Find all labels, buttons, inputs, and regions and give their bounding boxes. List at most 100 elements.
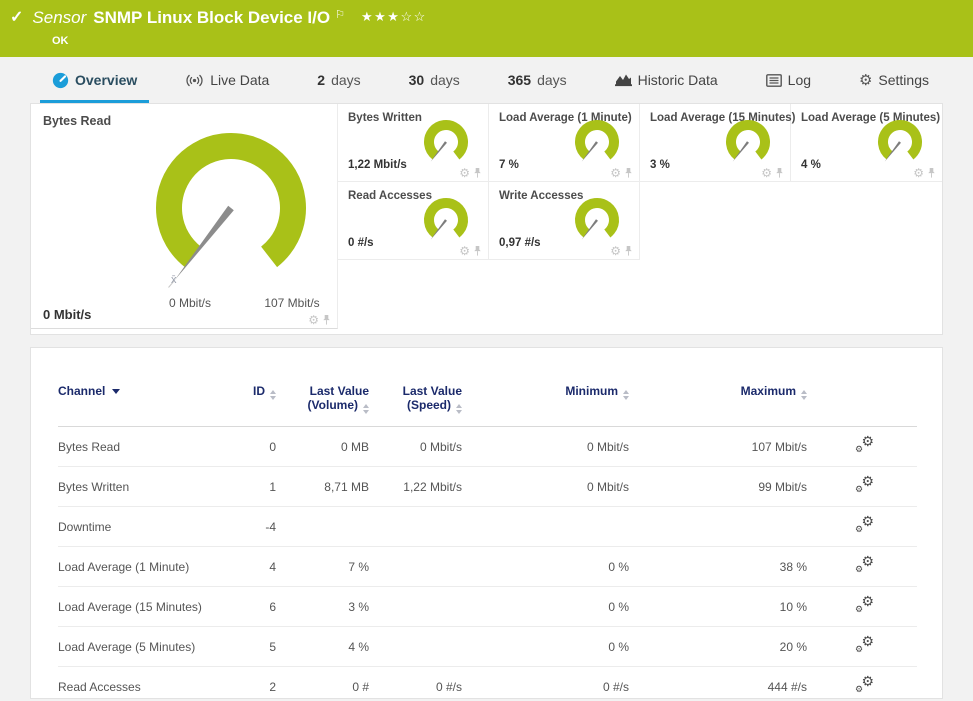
channel-name[interactable]: Bytes Read: [58, 427, 208, 467]
pin-icon[interactable]: [322, 315, 331, 325]
last-value-speed: [369, 507, 462, 547]
page-title: SNMP Linux Block Device I/O: [93, 7, 330, 29]
gear-icon[interactable]: ⚙: [610, 167, 621, 179]
channel-settings-icon[interactable]: ⚙⚙: [855, 437, 875, 453]
last-value-volume: 0 #: [276, 667, 369, 700]
channel-settings-icon[interactable]: ⚙⚙: [855, 517, 875, 533]
minimum-value: 0 #/s: [462, 667, 629, 700]
table-row[interactable]: Bytes Read 0 0 MB 0 Mbit/s 0 Mbit/s 107 …: [58, 427, 917, 467]
gauge-tools: ⚙: [761, 167, 784, 179]
minimum-value: 0 %: [462, 627, 629, 667]
col-last-value-speed[interactable]: Last Value (Speed): [369, 384, 462, 427]
gear-icon[interactable]: ⚙: [308, 314, 319, 326]
col-minimum[interactable]: Minimum: [462, 384, 629, 427]
gauge-value: 0 Mbit/s: [43, 307, 91, 322]
priority-stars[interactable]: ★★★☆☆: [361, 7, 427, 27]
channel-name[interactable]: Load Average (1 Minute): [58, 547, 208, 587]
gear-icon[interactable]: ⚙: [761, 167, 772, 179]
channel-name[interactable]: Read Accesses: [58, 667, 208, 700]
maximum-value: 38 %: [629, 547, 807, 587]
col-channel[interactable]: Channel: [58, 384, 208, 427]
tab-30-days[interactable]: 30 days: [397, 57, 472, 103]
gauge-dial: [568, 195, 626, 247]
pin-icon[interactable]: [624, 246, 633, 256]
flag-icon[interactable]: ⚐: [335, 8, 345, 21]
channel-id: 6: [208, 587, 276, 627]
gauges-panel: Bytes Read x̄ 0 Mbit/s 107 Mbit/s 0 Mbit…: [30, 103, 943, 335]
pin-icon[interactable]: [473, 168, 482, 178]
last-value-volume: 7 %: [276, 547, 369, 587]
col-label: Minimum: [565, 384, 618, 398]
sort-icon: [801, 390, 807, 400]
sort-icon: [456, 404, 462, 414]
gauge-value: 7 %: [499, 159, 519, 171]
table-row[interactable]: Load Average (1 Minute) 4 7 % 0 % 38 % ⚙…: [58, 547, 917, 587]
channel-name[interactable]: Load Average (15 Minutes): [58, 587, 208, 627]
stars-filled: ★★★: [361, 9, 400, 24]
pin-icon[interactable]: [473, 246, 482, 256]
channel-settings-icon[interactable]: ⚙⚙: [855, 597, 875, 613]
gauge-icon: [52, 72, 69, 89]
tab-365-days[interactable]: 365 days: [496, 57, 579, 103]
tab-label: days: [430, 72, 460, 88]
sort-icon: [363, 404, 369, 414]
tab-2-days[interactable]: 2 days: [305, 57, 372, 103]
sort-desc-icon: [112, 389, 120, 394]
table-row[interactable]: Load Average (5 Minutes) 5 4 % 0 % 20 % …: [58, 627, 917, 667]
tab-historic-data[interactable]: Historic Data: [603, 57, 730, 103]
gear-icon[interactable]: ⚙: [610, 245, 621, 257]
channel-settings-icon[interactable]: ⚙⚙: [855, 477, 875, 493]
maximum-value: 10 %: [629, 587, 807, 627]
tab-overview[interactable]: Overview: [40, 57, 149, 103]
channel-name[interactable]: Load Average (5 Minutes): [58, 627, 208, 667]
channel-settings-icon[interactable]: ⚙⚙: [855, 677, 875, 693]
sort-icon: [270, 390, 276, 400]
gauge-tools: ⚙: [459, 245, 482, 257]
tab-number: 365: [508, 72, 531, 88]
minimum-value: 0 %: [462, 547, 629, 587]
pin-icon[interactable]: [624, 168, 633, 178]
tab-number: 30: [409, 72, 425, 88]
maximum-value: 99 Mbit/s: [629, 467, 807, 507]
channel-name[interactable]: Downtime: [58, 507, 208, 547]
tab-log[interactable]: Log: [754, 57, 823, 103]
channel-id: 0: [208, 427, 276, 467]
col-maximum[interactable]: Maximum: [629, 384, 807, 427]
gauge-dial: [417, 195, 475, 247]
maximum-value: 444 #/s: [629, 667, 807, 700]
col-label: Last Value (Volume): [308, 384, 369, 412]
channel-settings-icon[interactable]: ⚙⚙: [855, 637, 875, 653]
col-last-value-volume[interactable]: Last Value (Volume): [276, 384, 369, 427]
last-value-volume: 3 %: [276, 587, 369, 627]
minimum-value: 0 %: [462, 587, 629, 627]
tab-settings[interactable]: ⚙ Settings: [847, 57, 941, 103]
col-label: Channel: [58, 384, 105, 398]
col-label: Maximum: [741, 384, 796, 398]
channel-id: 1: [208, 467, 276, 507]
tab-label: days: [331, 72, 361, 88]
table-row[interactable]: Read Accesses 2 0 # 0 #/s 0 #/s 444 #/s …: [58, 667, 917, 700]
stars-empty: ☆☆: [400, 9, 426, 24]
tab-live-data[interactable]: Live Data: [173, 57, 281, 103]
minimum-value: 0 Mbit/s: [462, 427, 629, 467]
col-label: ID: [253, 384, 265, 398]
pin-icon[interactable]: [927, 168, 936, 178]
gear-icon[interactable]: ⚙: [459, 245, 470, 257]
gauge-scale-max: 107 Mbit/s: [247, 296, 337, 310]
gauge-tools: ⚙: [308, 314, 331, 326]
gear-icon[interactable]: ⚙: [459, 167, 470, 179]
table-row[interactable]: Bytes Written 1 8,71 MB 1,22 Mbit/s 0 Mb…: [58, 467, 917, 507]
gauge-dial: [417, 117, 475, 169]
gear-icon[interactable]: ⚙: [913, 167, 924, 179]
channel-settings-icon[interactable]: ⚙⚙: [855, 557, 875, 573]
table-row[interactable]: Downtime -4 ⚙⚙: [58, 507, 917, 547]
tab-label: Overview: [75, 72, 137, 88]
minimum-value: 0 Mbit/s: [462, 467, 629, 507]
gauge-dial: [568, 117, 626, 169]
last-value-speed: 1,22 Mbit/s: [369, 467, 462, 507]
col-id[interactable]: ID: [208, 384, 276, 427]
table-row[interactable]: Load Average (15 Minutes) 6 3 % 0 % 10 %…: [58, 587, 917, 627]
gauge-value: 3 %: [650, 159, 670, 171]
pin-icon[interactable]: [775, 168, 784, 178]
channel-name[interactable]: Bytes Written: [58, 467, 208, 507]
